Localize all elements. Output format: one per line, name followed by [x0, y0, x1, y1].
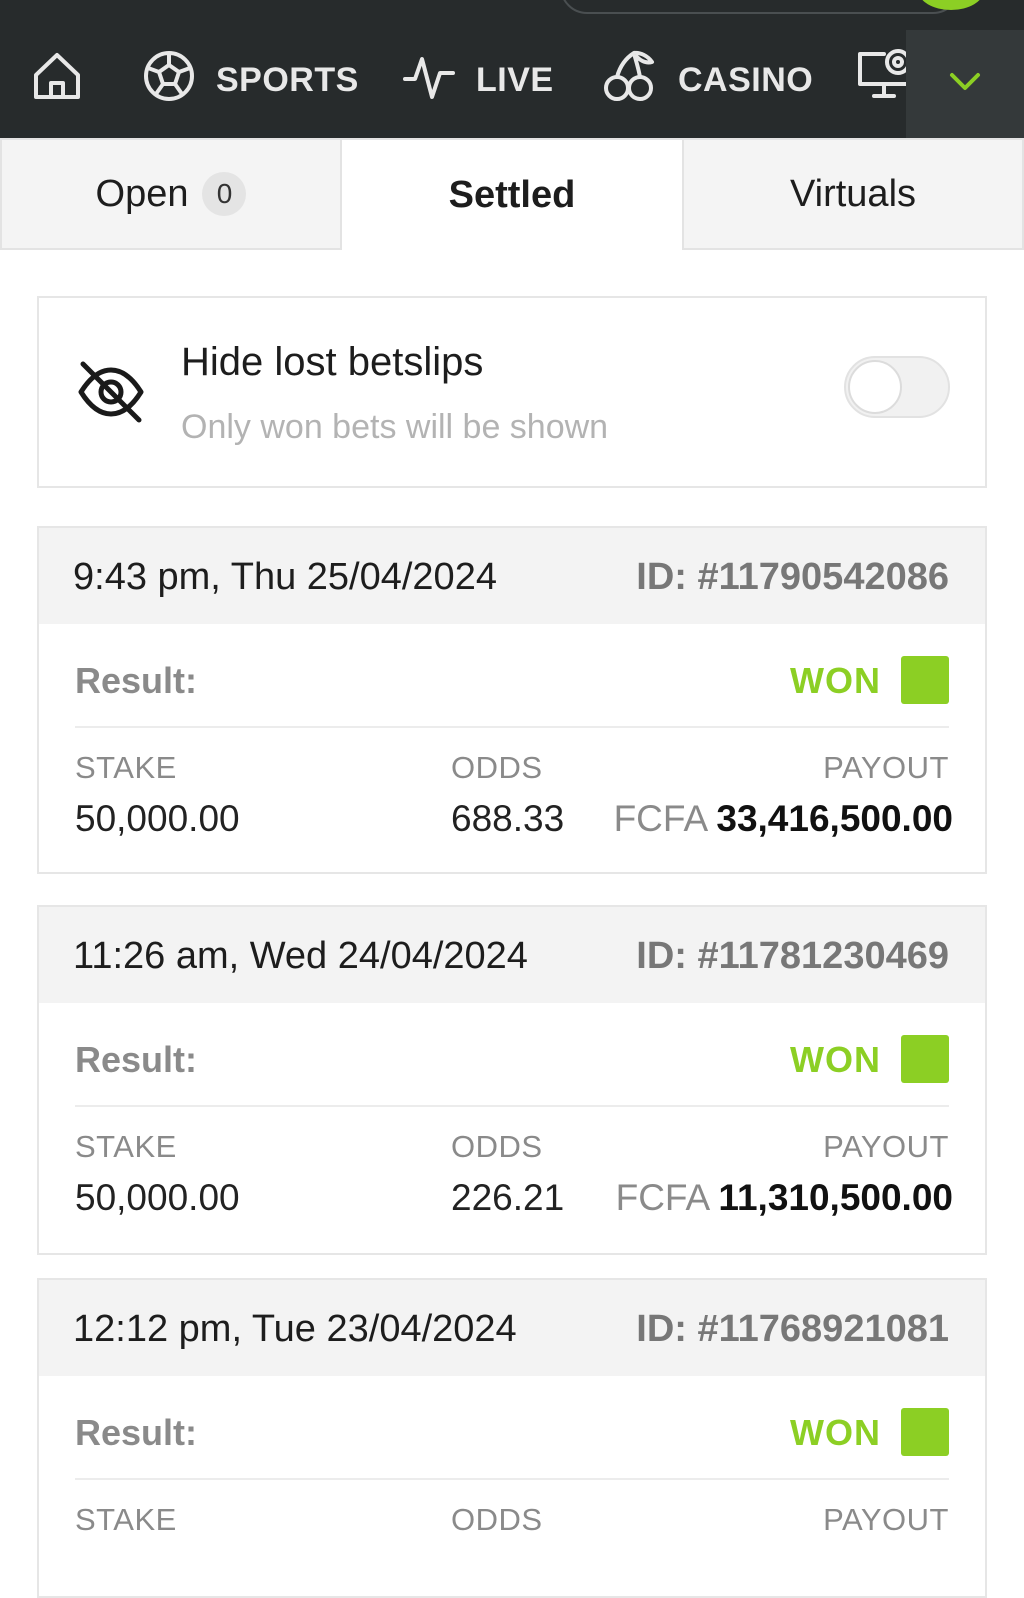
hide-lost-title: Hide lost betslips — [181, 340, 484, 384]
nav-sports[interactable]: SPORTS — [142, 40, 359, 120]
result-label: Result: — [75, 660, 198, 701]
stake-label: STAKE — [75, 750, 177, 785]
tab-open[interactable]: Open 0 — [0, 138, 342, 250]
bet-card-header: 12:12 pm, Tue 23/04/2024 ID: #1176892108… — [39, 1280, 985, 1376]
main-nav: SPORTS LIVE CASINO — [0, 40, 906, 120]
stake-value: 50,000.00 — [75, 1177, 240, 1218]
tab-settled-label: Settled — [448, 173, 576, 216]
odds-value: 688.33 — [451, 798, 565, 839]
search-field-outline[interactable] — [560, 0, 960, 14]
bet-card[interactable]: 12:12 pm, Tue 23/04/2024 ID: #1176892108… — [37, 1278, 987, 1598]
nav-home[interactable] — [30, 40, 84, 120]
tab-virtuals[interactable]: Virtuals — [682, 138, 1024, 250]
top-navigation-bar: SPORTS LIVE CASINO — [0, 0, 1024, 138]
hide-lost-betslips-card: Hide lost betslips Only won bets will be… — [37, 296, 987, 488]
nav-more-button[interactable] — [906, 30, 1024, 138]
bet-date: 12:12 pm, Tue 23/04/2024 — [73, 1308, 517, 1350]
soccer-ball-icon — [142, 49, 196, 112]
divider — [75, 1105, 949, 1107]
hide-lost-toggle[interactable] — [844, 356, 950, 418]
bet-card-header: 9:43 pm, Thu 25/04/2024 ID: #11790542086 — [39, 528, 985, 624]
pulse-icon — [402, 49, 456, 112]
cherries-icon — [602, 48, 658, 113]
nav-casino[interactable]: CASINO — [602, 40, 813, 120]
bet-card[interactable]: 11:26 am, Wed 24/04/2024 ID: #1178123046… — [37, 905, 987, 1255]
result-status: WON — [790, 660, 881, 701]
home-icon — [30, 49, 84, 112]
divider — [75, 726, 949, 728]
hide-lost-subtitle: Only won bets will be shown — [181, 408, 609, 446]
virtual-monitor-icon — [856, 46, 906, 115]
result-status: WON — [790, 1039, 881, 1080]
odds-label: ODDS — [451, 1129, 543, 1164]
won-indicator-icon — [901, 1408, 949, 1456]
won-indicator-icon — [901, 656, 949, 704]
bet-card[interactable]: 9:43 pm, Thu 25/04/2024 ID: #11790542086… — [37, 526, 987, 874]
nav-casino-label: CASINO — [678, 60, 814, 99]
chevron-down-icon — [948, 71, 982, 98]
nav-live-label: LIVE — [476, 60, 554, 99]
open-count-badge: 0 — [202, 172, 247, 216]
result-status: WON — [790, 1412, 881, 1453]
eye-off-icon — [75, 356, 147, 433]
toggle-knob — [848, 360, 902, 414]
tab-settled[interactable]: Settled — [340, 138, 684, 250]
payout-value: FCFA 11,310,500.00 — [616, 1177, 953, 1219]
bet-id: ID: #11781230469 — [636, 935, 949, 977]
payout-currency: FCFA — [615, 1177, 709, 1218]
payout-amount: 33,416,500.00 — [716, 798, 953, 839]
nav-live[interactable]: LIVE — [402, 40, 554, 120]
stake-value: 50,000.00 — [75, 798, 240, 839]
bet-date: 11:26 am, Wed 24/04/2024 — [73, 935, 528, 977]
stake-label: STAKE — [75, 1502, 177, 1537]
payout-label: PAYOUT — [823, 1502, 949, 1537]
bet-id: ID: #11790542086 — [636, 556, 949, 598]
tab-open-label: Open — [95, 172, 189, 215]
nav-virtuals[interactable] — [856, 40, 906, 120]
bet-id: ID: #11768921081 — [636, 1308, 949, 1350]
betslip-tabs: Open 0 Settled Virtuals — [0, 138, 1024, 250]
divider — [75, 1478, 949, 1480]
odds-label: ODDS — [451, 750, 543, 785]
won-indicator-icon — [901, 1035, 949, 1083]
odds-value: 226.21 — [451, 1177, 565, 1218]
payout-label: PAYOUT — [823, 1129, 949, 1164]
payout-value: FCFA 33,416,500.00 — [614, 798, 953, 840]
payout-amount: 11,310,500.00 — [718, 1177, 953, 1218]
result-label: Result: — [75, 1039, 198, 1080]
bet-card-header: 11:26 am, Wed 24/04/2024 ID: #1178123046… — [39, 907, 985, 1003]
result-label: Result: — [75, 1412, 198, 1453]
bet-date: 9:43 pm, Thu 25/04/2024 — [73, 556, 497, 598]
nav-sports-label: SPORTS — [216, 60, 359, 99]
tab-virtuals-label: Virtuals — [789, 172, 917, 215]
payout-currency: FCFA — [613, 798, 707, 839]
payout-label: PAYOUT — [823, 750, 949, 785]
stake-label: STAKE — [75, 1129, 177, 1164]
odds-label: ODDS — [451, 1502, 543, 1537]
